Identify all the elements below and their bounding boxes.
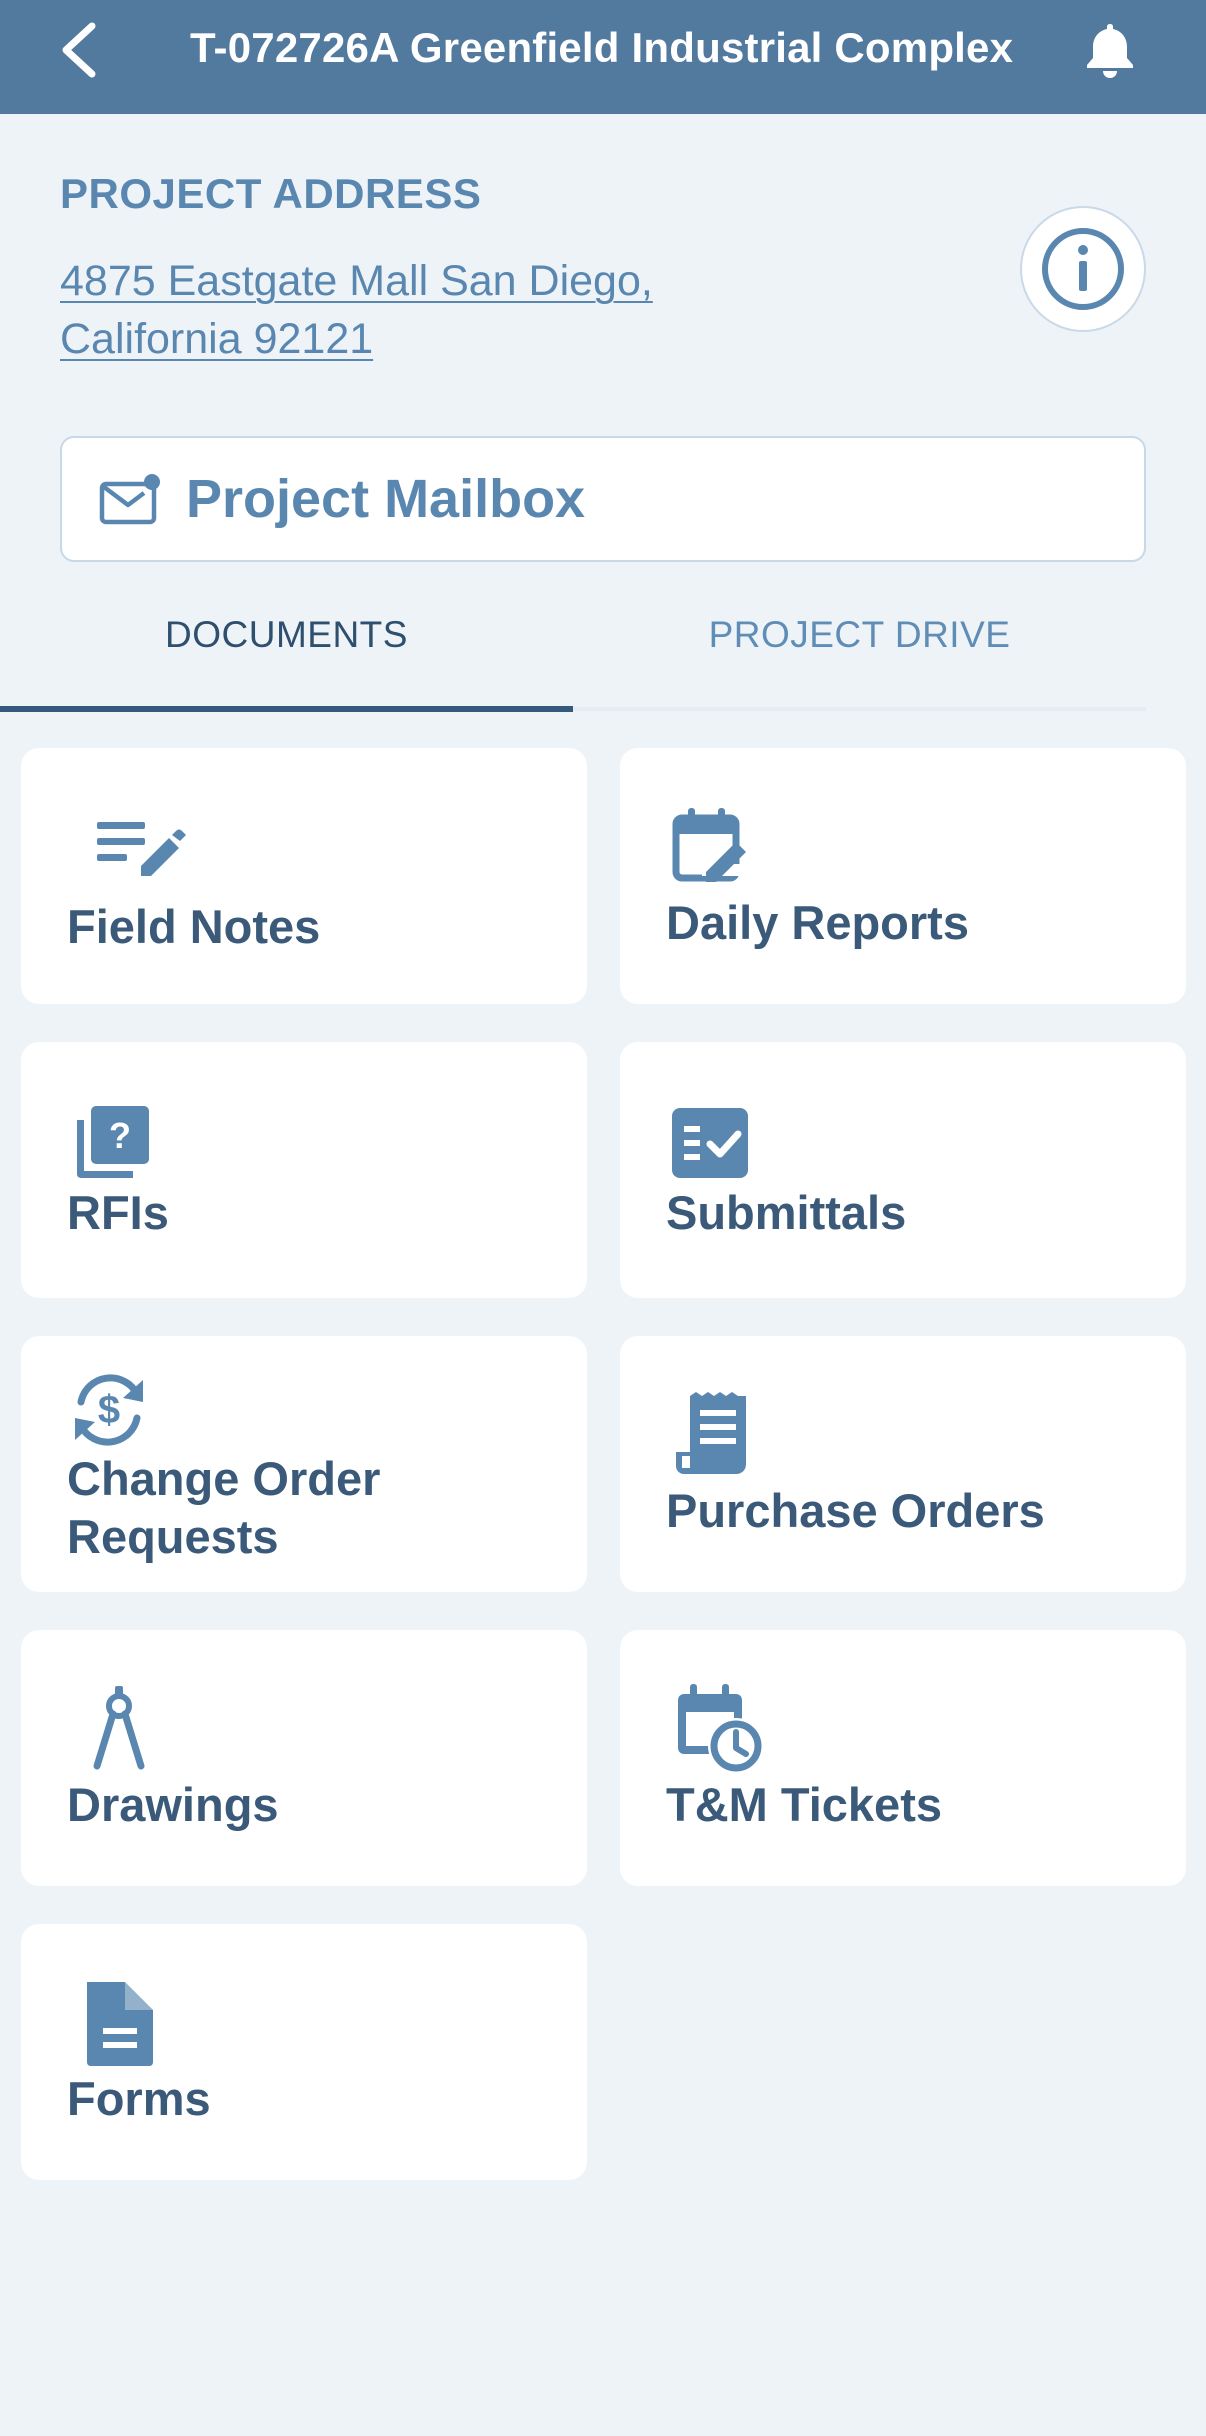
top-app-bar: T-072726A Greenfield Industrial Complex (0, 0, 1206, 114)
bell-icon (1087, 24, 1133, 78)
checklist-icon (672, 1108, 748, 1178)
tab-bar: DOCUMENTS PROJECT DRIVE (0, 590, 1206, 714)
svg-text:?: ? (109, 1115, 131, 1156)
project-info-button[interactable] (1020, 206, 1146, 332)
module-submittals-label: Submittals (666, 1186, 907, 1239)
chevron-left-icon (62, 22, 96, 78)
project-mailbox-button[interactable]: Project Mailbox (60, 436, 1146, 562)
tab-divider (573, 707, 1146, 711)
notifications-button[interactable] (1082, 20, 1138, 80)
tab-documents[interactable]: DOCUMENTS (0, 590, 573, 714)
svg-text:$: $ (98, 1388, 120, 1432)
label-line-2: Requests (67, 1510, 279, 1563)
info-icon (1042, 228, 1124, 310)
label-line-1: Change Order (67, 1452, 381, 1505)
module-drawings[interactable]: Drawings (21, 1630, 587, 1886)
module-drawings-label: Drawings (67, 1778, 279, 1831)
mail-notification-icon (99, 474, 160, 525)
module-tm-tickets-label: T&M Tickets (666, 1778, 942, 1831)
project-address-link[interactable]: 4875 Eastgate Mall San Diego, California… (60, 252, 780, 368)
module-field-notes[interactable]: Field Notes (21, 748, 587, 1004)
module-rfis[interactable]: ? RFIs (21, 1042, 587, 1298)
document-icon (87, 1982, 153, 2066)
receipt-icon (676, 1392, 746, 1474)
active-tab-indicator (0, 706, 573, 712)
module-tm-tickets[interactable]: T&M Tickets (620, 1630, 1186, 1886)
module-daily-reports-label: Daily Reports (666, 896, 969, 949)
module-purchase-orders[interactable]: Purchase Orders (620, 1336, 1186, 1592)
project-address-label: PROJECT ADDRESS (60, 170, 482, 217)
module-change-order-requests-label: Change Order Requests (67, 1450, 380, 1566)
address-line-2[interactable]: California 92121 (60, 310, 780, 368)
compass-icon (93, 1686, 145, 1770)
project-mailbox-label: Project Mailbox (186, 469, 586, 529)
tab-project-drive[interactable]: PROJECT DRIVE (573, 590, 1146, 714)
module-change-order-requests[interactable]: $ Change Order Requests (21, 1336, 587, 1592)
module-forms-label: Forms (67, 2072, 211, 2125)
module-purchase-orders-label: Purchase Orders (666, 1484, 1045, 1537)
page-title: T-072726A Greenfield Industrial Complex (190, 24, 1014, 71)
module-submittals[interactable]: Submittals (620, 1042, 1186, 1298)
address-line-1[interactable]: 4875 Eastgate Mall San Diego, (60, 252, 780, 310)
calendar-clock-icon (678, 1684, 764, 1774)
calendar-edit-icon (672, 808, 746, 882)
back-button[interactable] (52, 18, 112, 82)
question-book-icon: ? (77, 1106, 149, 1178)
module-forms[interactable]: Forms (21, 1924, 587, 2180)
dollar-cycle-icon: $ (75, 1374, 143, 1446)
tab-project-drive-label: PROJECT DRIVE (708, 614, 1011, 655)
module-field-notes-label: Field Notes (67, 900, 321, 953)
notes-edit-icon (97, 822, 186, 876)
module-daily-reports[interactable]: Daily Reports (620, 748, 1186, 1004)
tab-documents-label: DOCUMENTS (165, 614, 408, 655)
module-rfis-label: RFIs (67, 1186, 169, 1239)
